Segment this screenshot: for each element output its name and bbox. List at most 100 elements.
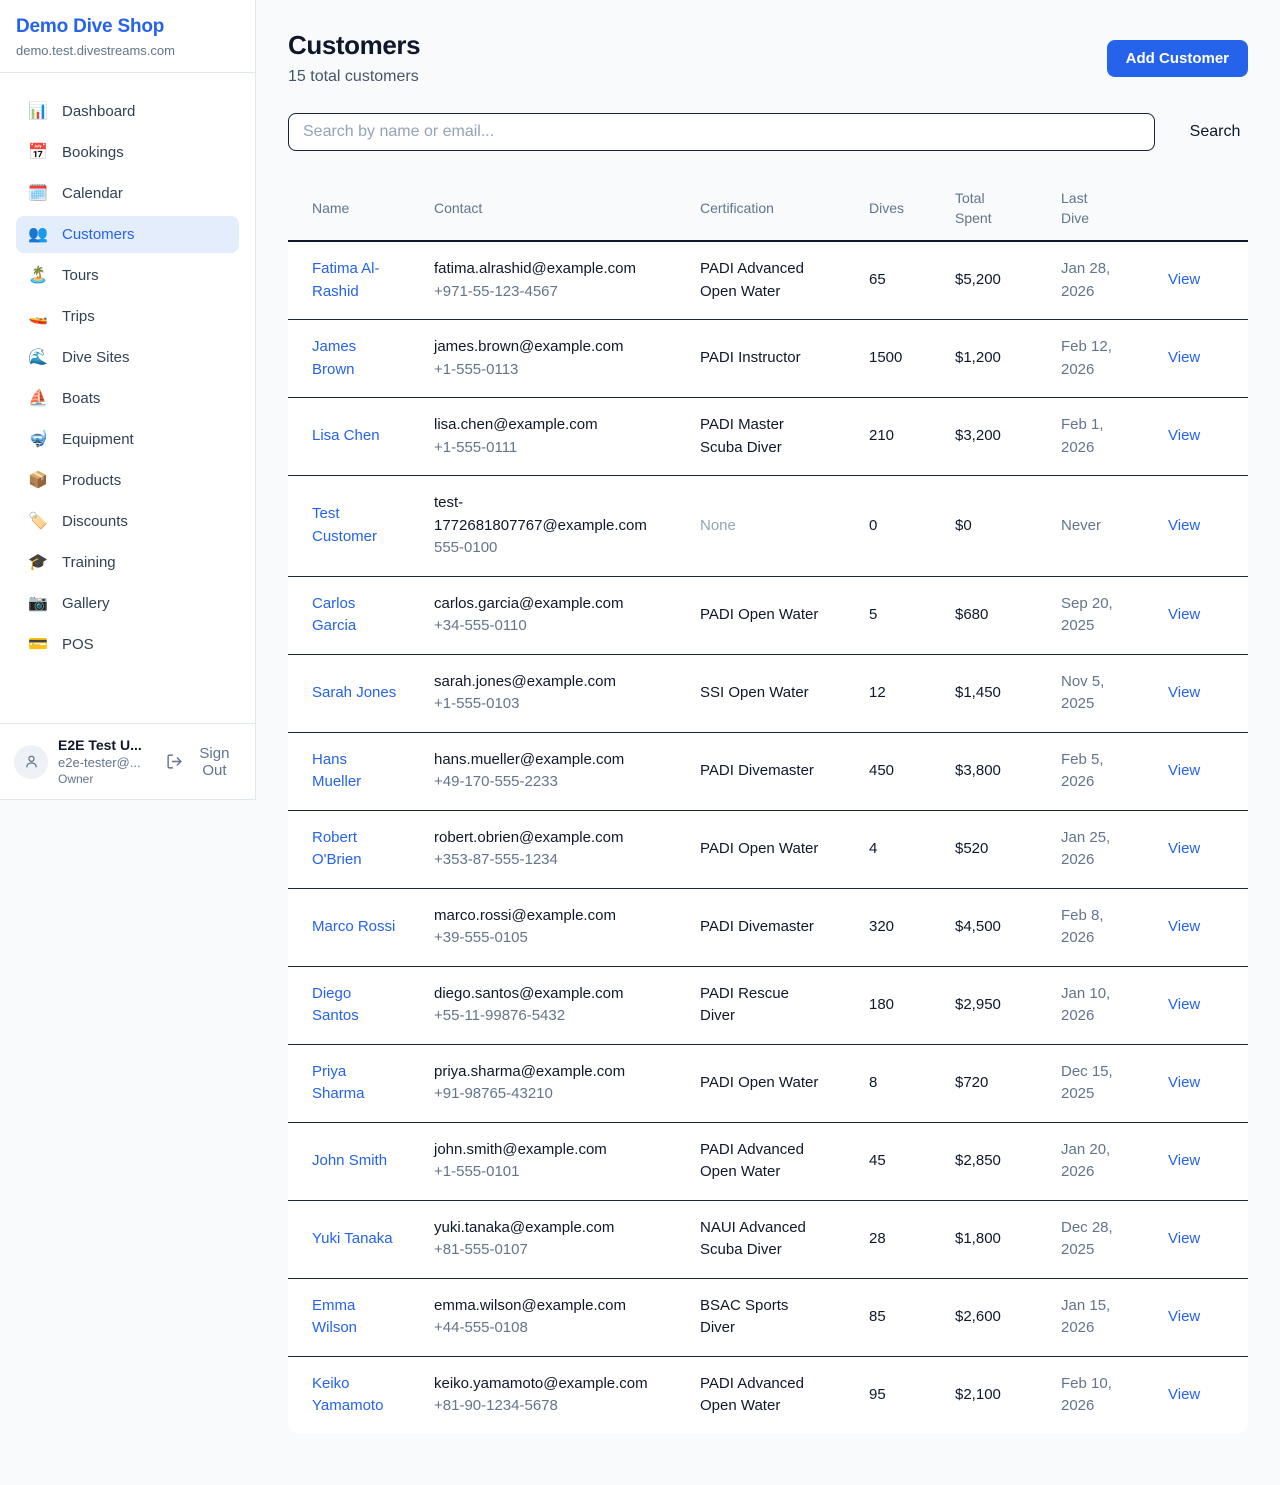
sign-out-button[interactable]: Sign Out <box>164 741 241 783</box>
view-customer-link[interactable]: View <box>1168 606 1200 623</box>
view-customer-link[interactable]: View <box>1168 271 1200 288</box>
customer-email: john.smith@example.com <box>434 1139 672 1162</box>
customers-table-card: NameContactCertificationDivesTotal Spent… <box>288 177 1248 1434</box>
customer-name-link[interactable]: Priya Sharma <box>312 1063 365 1103</box>
view-customer-link[interactable]: View <box>1168 1074 1200 1091</box>
customer-name-link[interactable]: Hans Mueller <box>312 751 361 791</box>
customer-last-dive: Jan 28, 2026 <box>1061 241 1168 320</box>
customer-name-link[interactable]: Sarah Jones <box>312 684 396 701</box>
sidebar-header: Demo Dive Shop demo.test.divestreams.com <box>0 0 255 73</box>
view-customer-link[interactable]: View <box>1168 349 1200 366</box>
customer-name-link[interactable]: John Smith <box>312 1152 387 1169</box>
view-customer-link[interactable]: View <box>1168 684 1200 701</box>
customer-total-spent: $520 <box>955 810 1061 888</box>
customer-last-dive: Nov 5, 2025 <box>1061 654 1168 732</box>
customer-last-dive: Dec 28, 2025 <box>1061 1200 1168 1278</box>
sidebar-item-boats[interactable]: ⛵Boats <box>16 380 239 417</box>
sidebar-item-label: Calendar <box>62 185 123 202</box>
sidebar-item-label: Dashboard <box>62 103 135 120</box>
table-row: Diego Santosdiego.santos@example.com+55-… <box>288 966 1248 1044</box>
customer-name-link[interactable]: Test Customer <box>312 505 377 545</box>
customer-email: james.brown@example.com <box>434 336 672 359</box>
customers-table: NameContactCertificationDivesTotal Spent… <box>288 177 1248 1434</box>
customer-certification: PADI Advanced Open Water <box>700 1356 869 1434</box>
person-icon <box>23 753 40 770</box>
sidebar-item-bookings[interactable]: 📅Bookings <box>16 134 239 171</box>
sidebar-item-customers[interactable]: 👥Customers <box>16 216 239 253</box>
column-header: Name <box>288 177 434 241</box>
sidebar-item-calendar[interactable]: 🗓️ Calendar <box>16 175 239 212</box>
customer-phone: +1-555-0113 <box>434 359 672 382</box>
customer-phone: +353-87-555-1234 <box>434 849 672 872</box>
sidebar-item-training[interactable]: 🎓Training <box>16 544 239 581</box>
customer-last-dive: Feb 12, 2026 <box>1061 320 1168 398</box>
table-row: Fatima Al-Rashidfatima.alrashid@example.… <box>288 241 1248 320</box>
view-customer-link[interactable]: View <box>1168 918 1200 935</box>
customer-name-link[interactable]: Lisa Chen <box>312 427 380 444</box>
view-customer-link[interactable]: View <box>1168 996 1200 1013</box>
table-row: Hans Muellerhans.mueller@example.com+49-… <box>288 732 1248 810</box>
customer-dives: 1500 <box>869 320 955 398</box>
customer-email: lisa.chen@example.com <box>434 414 672 437</box>
table-row: Emma Wilsonemma.wilson@example.com+44-55… <box>288 1278 1248 1356</box>
customer-last-dive: Jan 20, 2026 <box>1061 1122 1168 1200</box>
customer-email: robert.obrien@example.com <box>434 827 672 850</box>
view-customer-link[interactable]: View <box>1168 1152 1200 1169</box>
view-customer-link[interactable]: View <box>1168 840 1200 857</box>
customer-name-link[interactable]: Marco Rossi <box>312 918 395 935</box>
sign-out-icon <box>166 753 183 770</box>
view-customer-link[interactable]: View <box>1168 1308 1200 1325</box>
sidebar-item-label: Tours <box>62 267 99 284</box>
table-row: Lisa Chenlisa.chen@example.com+1-555-011… <box>288 398 1248 476</box>
view-customer-link[interactable]: View <box>1168 762 1200 779</box>
customer-name-link[interactable]: Keiko Yamamoto <box>312 1375 383 1415</box>
sidebar-item-pos[interactable]: 💳POS <box>16 626 239 663</box>
customer-email: diego.santos@example.com <box>434 983 672 1006</box>
customer-dives: 85 <box>869 1278 955 1356</box>
sidebar-item-tours[interactable]: 🏝️ Tours <box>16 257 239 294</box>
shop-name: Demo Dive Shop <box>16 16 239 38</box>
sidebar-item-label: Boats <box>62 390 100 407</box>
customer-total-spent: $3,200 <box>955 398 1061 476</box>
customer-name-link[interactable]: Carlos Garcia <box>312 595 356 635</box>
table-row: Marco Rossimarco.rossi@example.com+39-55… <box>288 888 1248 966</box>
speedboat-icon: 🚤 <box>28 309 48 325</box>
spiral-calendar-icon: 🗓️ <box>28 186 48 202</box>
sidebar-item-gallery[interactable]: 📷Gallery <box>16 585 239 622</box>
customer-email: yuki.tanaka@example.com <box>434 1217 672 1240</box>
view-customer-link[interactable]: View <box>1168 1386 1200 1403</box>
customer-total-spent: $1,200 <box>955 320 1061 398</box>
customer-name-link[interactable]: Diego Santos <box>312 985 359 1025</box>
sidebar-item-trips[interactable]: 🚤Trips <box>16 298 239 335</box>
customer-phone: +1-555-0101 <box>434 1161 672 1184</box>
sidebar-item-label: Discounts <box>62 513 128 530</box>
main-content: Customers 15 total customers Add Custome… <box>256 0 1280 1464</box>
customer-name-link[interactable]: Yuki Tanaka <box>312 1230 393 1247</box>
customer-name-link[interactable]: James Brown <box>312 338 356 378</box>
add-customer-button[interactable]: Add Customer <box>1107 40 1248 77</box>
customer-last-dive: Jan 10, 2026 <box>1061 966 1168 1044</box>
view-customer-link[interactable]: View <box>1168 1230 1200 1247</box>
customer-name-link[interactable]: Emma Wilson <box>312 1297 357 1337</box>
customer-dives: 450 <box>869 732 955 810</box>
view-customer-link[interactable]: View <box>1168 427 1200 444</box>
sidebar-item-equipment[interactable]: 🤿Equipment <box>16 421 239 458</box>
table-row: Carlos Garciacarlos.garcia@example.com+3… <box>288 576 1248 654</box>
customer-name-link[interactable]: Robert O'Brien <box>312 829 362 869</box>
customer-total-spent: $1,450 <box>955 654 1061 732</box>
customer-certification: NAUI Advanced Scuba Diver <box>700 1200 869 1278</box>
sidebar-item-discounts[interactable]: 🏷️Discounts <box>16 503 239 540</box>
search-button[interactable]: Search <box>1182 123 1248 141</box>
search-input[interactable] <box>288 113 1155 151</box>
customer-email: sarah.jones@example.com <box>434 671 672 694</box>
customer-total-spent: $3,800 <box>955 732 1061 810</box>
customer-certification: PADI Divemaster <box>700 732 869 810</box>
sidebar-item-dive-sites[interactable]: 🌊Dive Sites <box>16 339 239 376</box>
view-customer-link[interactable]: View <box>1168 517 1200 534</box>
customer-name-link[interactable]: Fatima Al-Rashid <box>312 260 380 300</box>
island-icon: 🏝️ <box>28 268 48 284</box>
column-header: Dives <box>869 177 955 241</box>
customer-total-spent: $0 <box>955 476 1061 577</box>
sidebar-item-products[interactable]: 📦Products <box>16 462 239 499</box>
sidebar-item-dashboard[interactable]: 📊Dashboard <box>16 93 239 130</box>
